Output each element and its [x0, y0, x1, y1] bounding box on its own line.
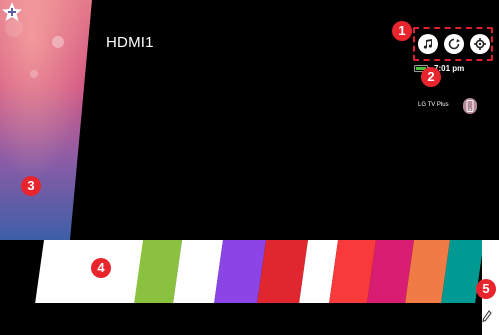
- cycle-button[interactable]: [444, 34, 464, 54]
- music-note-icon: [423, 39, 433, 49]
- settings-button[interactable]: [470, 34, 490, 54]
- input-source-title: HDMI1: [106, 34, 154, 51]
- callout-badge-2: 2: [421, 67, 441, 87]
- remote-app-button[interactable]: [463, 98, 477, 114]
- home-launcher-pane[interactable]: [0, 0, 92, 240]
- star-plus-icon: [2, 2, 22, 21]
- callout-badge-5: 5: [476, 279, 496, 299]
- callout-badge-3: 3: [21, 176, 41, 196]
- pencil-edit-icon[interactable]: [482, 310, 492, 324]
- phone-remote-icon: [466, 100, 474, 112]
- settings-gear-icon: [474, 38, 486, 50]
- music-button[interactable]: [418, 34, 438, 54]
- strip-bottom-bar: [0, 303, 499, 335]
- callout-badge-1: 1: [392, 21, 412, 41]
- remote-app-label: LG TV Plus: [418, 102, 449, 108]
- tv-home-screen: HDMI1 7:01 pm LG TV Plus 1 2 3 4 5: [0, 0, 499, 335]
- cycle-icon: [448, 38, 460, 50]
- home-pane-background: [0, 0, 92, 240]
- callout-badge-4: 4: [91, 258, 111, 278]
